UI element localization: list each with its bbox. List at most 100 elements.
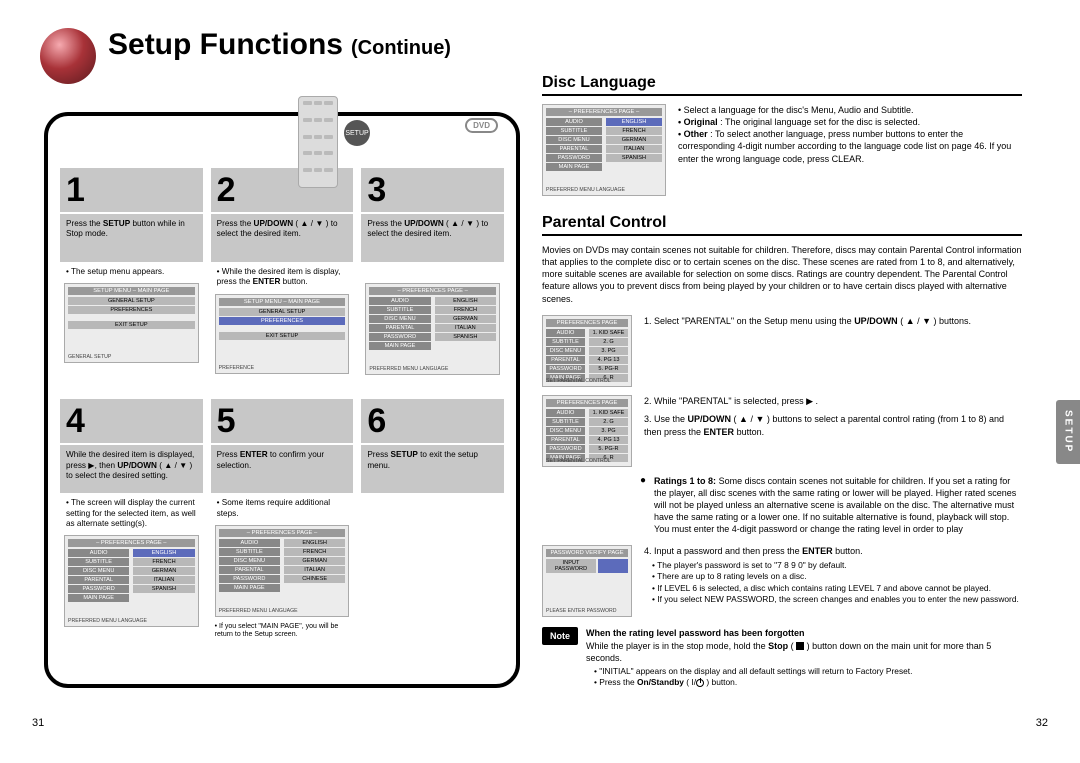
dvd-badge: DVD — [465, 118, 498, 133]
menu-item: SPANISH — [606, 154, 662, 162]
page-number-left: 31 — [32, 717, 44, 729]
menu-item: ITALIAN — [133, 576, 194, 584]
parental-step-1: 1. Select "PARENTAL" on the Setup menu u… — [644, 315, 1022, 328]
right-column: Disc Language – PREFERENCES PAGE – AUDIO… — [542, 74, 1022, 689]
menu-item: PASSWORD — [546, 445, 585, 453]
menu-item: AUDIO — [546, 118, 602, 126]
sub-bullet: • The player's password is set to "7 8 9… — [652, 560, 1022, 571]
menu-item: PASSWORD — [68, 585, 129, 593]
menu-item: SUBTITLE — [369, 306, 430, 314]
menu-item: AUDIO — [369, 297, 430, 305]
menu-item: DISC MENU — [68, 567, 129, 575]
ratings-lead: Ratings 1 to 8: — [654, 476, 716, 486]
steps-panel: SETUP DVD 1 Press the SETUP button while… — [44, 112, 520, 688]
bullet: • Other : To select another language, pr… — [678, 128, 1022, 164]
menu-item: SUBTITLE — [219, 548, 280, 556]
note-line-1: While the player is in the stop mode, ho… — [586, 641, 991, 663]
step-note: • The setup menu appears. — [60, 262, 203, 281]
screen-title: – PREFERENCES PAGE – — [219, 529, 346, 537]
menu-item: FRENCH — [284, 548, 345, 556]
menu-item: SPANISH — [133, 585, 194, 593]
step-number: 3 — [361, 168, 504, 212]
password-row: INPUT PASSWORD — [546, 559, 596, 573]
step-3: 3 Press the UP/DOWN ( ▲ / ▼ ) to select … — [361, 168, 504, 379]
stop-icon — [796, 642, 804, 650]
ratings-symbol: ● — [640, 475, 646, 486]
menu-item: GENERAL SETUP — [68, 297, 195, 305]
sub-bullet: • If you select NEW PASSWORD, the screen… — [652, 594, 1022, 605]
screen-footer: PREFERRED MENU LANGUAGE — [369, 366, 448, 372]
menu-item: MAIN PAGE — [68, 594, 129, 602]
menu-item: DISC MENU — [219, 557, 280, 565]
screen-title: PREFERENCES PAGE — [546, 319, 628, 327]
menu-item: DISC MENU — [546, 347, 585, 355]
note-sub-bullet: • Press the On/Standby ( I/ ) button. — [594, 677, 1022, 688]
menu-item: PASSWORD — [546, 365, 585, 373]
step-5: 5 Press ENTER to confirm your selection.… — [211, 399, 354, 641]
step-instruction: Press SETUP to exit the setup menu. — [361, 445, 504, 493]
menu-item: PARENTAL — [68, 576, 129, 584]
menu-item: 3. PG — [589, 427, 628, 435]
menu-item: 1. KID SAFE — [589, 329, 628, 337]
screen-footer: SET PARENTAL CONTROL — [546, 378, 611, 384]
menu-item: PASSWORD — [219, 575, 280, 583]
menu-item: ITALIAN — [606, 145, 662, 153]
menu-item: FRENCH — [606, 127, 662, 135]
menu-item: GERMAN — [606, 136, 662, 144]
parental-intro: Movies on DVDs may contain scenes not su… — [542, 244, 1022, 305]
screen-title: – PREFERENCES PAGE – — [68, 539, 195, 547]
step-note — [361, 262, 504, 281]
step-footnote: • If you select "MAIN PAGE", you will be… — [211, 621, 354, 642]
screen-footer: PREFERRED MENU LANGUAGE — [219, 608, 298, 614]
sub-bullet: • There are up to 8 rating levels on a d… — [652, 571, 1022, 582]
menu-item: PARENTAL — [369, 324, 430, 332]
menu-item: FRENCH — [435, 306, 496, 314]
step-note: • While the desired item is display, pre… — [211, 262, 354, 292]
menu-item: GENERAL SETUP — [219, 308, 346, 316]
menu-item: PASSWORD — [369, 333, 430, 341]
menu-item: PARENTAL — [546, 145, 602, 153]
step-4: 4 While the desired item is displayed, p… — [60, 399, 203, 641]
menu-item: SUBTITLE — [546, 338, 585, 346]
screen-title: PREFERENCES PAGE — [546, 399, 628, 407]
menu-item: AUDIO — [219, 539, 280, 547]
step-2: 2 Press the UP/DOWN ( ▲ / ▼ ) to select … — [211, 168, 354, 379]
ratings-explainer: ● Ratings 1 to 8: Some discs contain sce… — [640, 475, 1022, 536]
disc-language-bullets: • Select a language for the disc's Menu,… — [678, 104, 1022, 165]
step-instruction: While the desired item is displayed, pre… — [60, 445, 203, 493]
sub-bullet: • If LEVEL 6 is selected, a disc which c… — [652, 583, 1022, 594]
step-screen: SETUP MENU – MAIN PAGE GENERAL SETUP PRE… — [215, 294, 350, 374]
step-number: 4 — [60, 399, 203, 443]
menu-item: MAIN PAGE — [546, 163, 602, 171]
setup-callout: SETUP DVD — [344, 98, 392, 146]
menu-item: SUBTITLE — [546, 418, 585, 426]
menu-item: 5. PG-R — [589, 365, 628, 373]
step-instruction: Press the SETUP button while in Stop mod… — [60, 214, 203, 262]
parental-step-3: 3. Use the UP/DOWN ( ▲ / ▼ ) buttons to … — [644, 413, 1022, 438]
menu-item: SUBTITLE — [68, 558, 129, 566]
menu-item: ITALIAN — [284, 566, 345, 574]
screen-title: – PREFERENCES PAGE – — [369, 287, 496, 295]
password-screen: PASSWORD VERIFY PAGE INPUT PASSWORD PLEA… — [542, 545, 632, 617]
menu-item: ENGLISH — [284, 539, 345, 547]
menu-item-selected: PREFERENCES — [219, 317, 346, 325]
menu-item: AUDIO — [546, 329, 585, 337]
parental-step-2: 2. While "PARENTAL" is selected, press ▶… — [644, 395, 1022, 408]
step-number: 1 — [60, 168, 203, 212]
screen-title: – PREFERENCES PAGE – — [546, 108, 662, 116]
menu-item: MAIN PAGE — [219, 584, 280, 592]
note-sub-bullet: • "INITIAL" appears on the display and a… — [594, 666, 1022, 677]
menu-item: GERMAN — [435, 315, 496, 323]
menu-item: PARENTAL — [546, 356, 585, 364]
menu-item: DISC MENU — [546, 427, 585, 435]
remote-illustration — [298, 96, 338, 188]
parental-screen-1: PREFERENCES PAGE AUDIOSUBTITLEDISC MENUP… — [542, 315, 632, 387]
menu-item: 4. PG 13 — [589, 356, 628, 364]
menu-item: GERMAN — [284, 557, 345, 565]
note-badge: Note — [542, 627, 578, 645]
menu-item: MAIN PAGE — [369, 342, 430, 350]
step-number: 6 — [361, 399, 504, 443]
menu-item: 4. PG 13 — [589, 436, 628, 444]
screen-footer: PREFERRED MENU LANGUAGE — [68, 618, 147, 624]
menu-item: ENGLISH — [133, 549, 194, 557]
